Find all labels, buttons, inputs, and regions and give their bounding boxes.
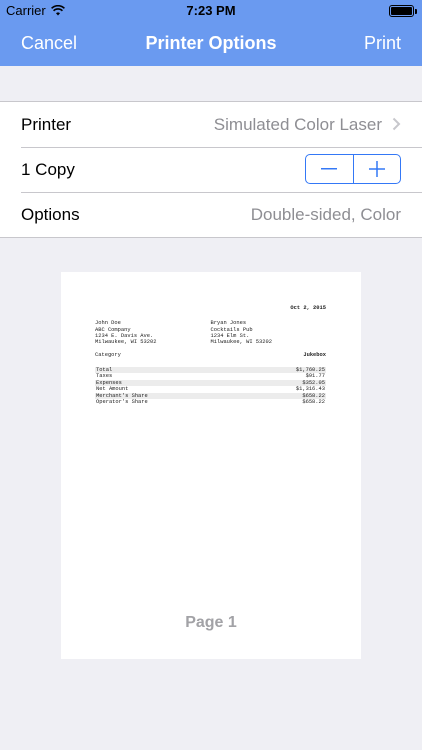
copies-stepper bbox=[305, 154, 401, 184]
minus-icon bbox=[321, 168, 338, 170]
printer-value: Simulated Color Laser bbox=[213, 115, 382, 134]
status-bar: Carrier 7:23 PM bbox=[0, 0, 422, 22]
plus-icon bbox=[368, 161, 385, 177]
navigation-bar: Cancel Printer Options Print bbox=[0, 22, 422, 66]
copies-row: 1 Copy bbox=[0, 147, 422, 192]
row-amount: $658.22 bbox=[302, 399, 325, 406]
amounts-table: Total $1,760.25 Taxes $91.77 Expenses $352.… bbox=[95, 366, 326, 406]
page-number-label: Page 1 bbox=[185, 614, 237, 631]
print-preview-page[interactable]: Oct 2, 2015 John Doe ABC Company 1234 E.… bbox=[61, 272, 361, 659]
battery-icon bbox=[389, 5, 417, 17]
chevron-right-icon bbox=[392, 117, 401, 131]
options-row[interactable]: Options Double-sided, Color bbox=[0, 192, 422, 237]
printer-row[interactable]: Printer Simulated Color Laser bbox=[0, 102, 422, 147]
print-button[interactable]: Print bbox=[364, 33, 401, 54]
options-value: Double-sided, Color bbox=[250, 205, 401, 224]
increment-button[interactable] bbox=[352, 155, 401, 183]
address-line: Milwaukee, WI 53202 bbox=[210, 339, 272, 346]
sender-address: John Doe ABC Company 1234 E. Davis Ave. … bbox=[95, 320, 211, 345]
recipient-address: Bryan Jones Cocktails Pub 1234 Elm St. M… bbox=[211, 320, 327, 345]
printer-options-table: Printer Simulated Color Laser 1 Copy Opt… bbox=[0, 101, 422, 238]
table-header: Category Jukebox bbox=[95, 352, 326, 358]
decrement-button[interactable] bbox=[306, 155, 353, 183]
category-header: Category bbox=[95, 352, 121, 359]
options-label: Options bbox=[21, 205, 80, 224]
jukebox-header: Jukebox bbox=[303, 352, 326, 359]
copies-label: 1 Copy bbox=[21, 160, 75, 179]
document-date: Oct 2, 2015 bbox=[290, 305, 326, 311]
table-row: Operator's Share $658.22 bbox=[95, 399, 326, 406]
clock: 7:23 PM bbox=[186, 3, 236, 18]
printer-label: Printer bbox=[21, 115, 72, 134]
address-line: Milwaukee, WI 53202 bbox=[95, 339, 157, 346]
document-preview: Oct 2, 2015 John Doe ABC Company 1234 E.… bbox=[95, 305, 326, 406]
cancel-button[interactable]: Cancel bbox=[21, 33, 77, 54]
row-label: Operator's Share bbox=[96, 399, 148, 406]
